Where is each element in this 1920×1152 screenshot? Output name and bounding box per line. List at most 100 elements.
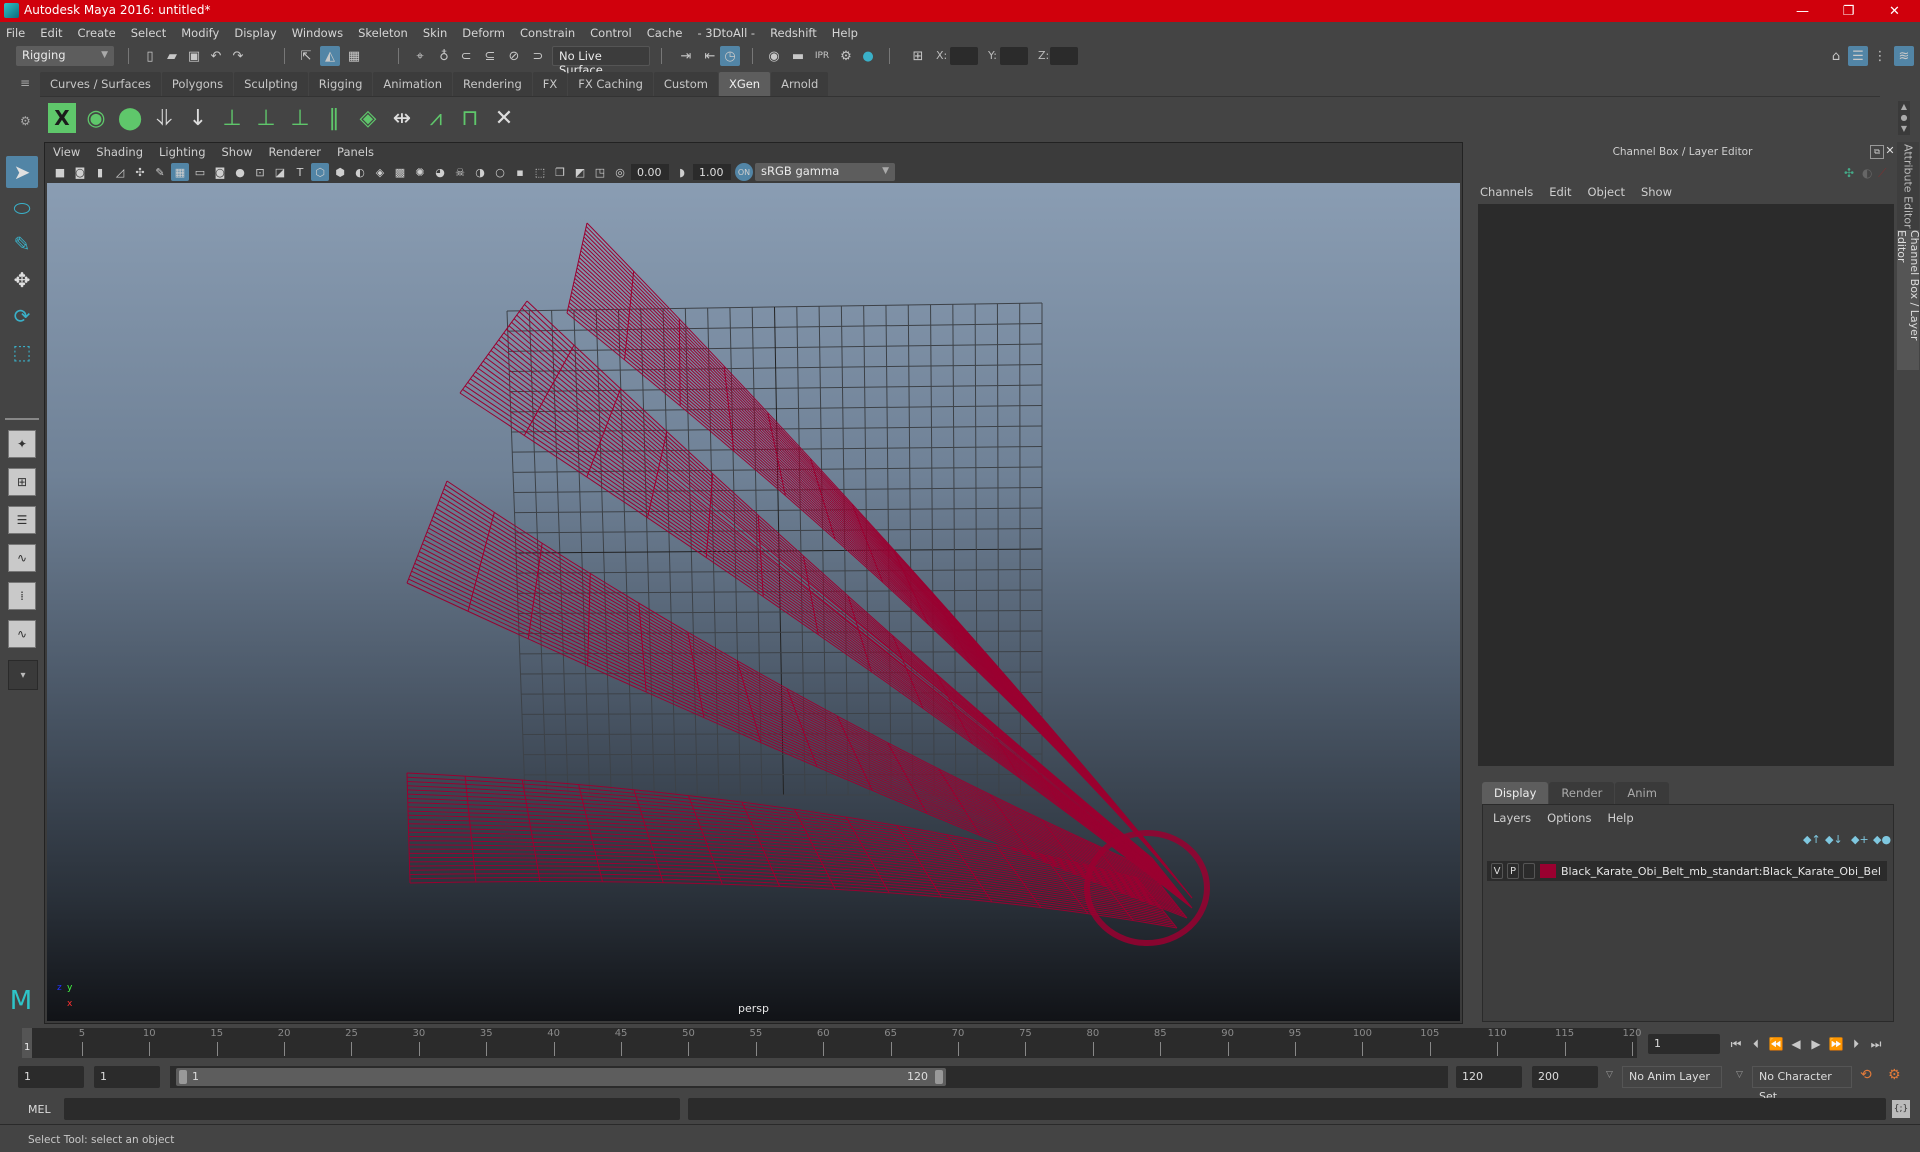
range-end-handle[interactable] — [935, 1070, 943, 1084]
menu-3dtoall[interactable]: - 3DtoAll - — [697, 26, 755, 40]
bookmark-icon[interactable]: ▮ — [91, 163, 109, 181]
gamma-field[interactable]: 1.00 — [693, 164, 731, 180]
z-field[interactable] — [1050, 47, 1078, 65]
playback-end-field[interactable]: 120 — [1456, 1066, 1522, 1088]
script-editor-icon[interactable]: {;} — [1892, 1100, 1910, 1118]
make-live-icon[interactable]: ⊘ — [504, 46, 524, 66]
isolate-select-icon[interactable]: ⬚ — [531, 163, 549, 181]
menu-file[interactable]: File — [6, 26, 25, 40]
scene-canvas[interactable] — [47, 183, 1460, 1021]
maximize-button[interactable]: ❐ — [1826, 0, 1871, 22]
menu-select[interactable]: Select — [131, 26, 166, 40]
ipr-render-icon[interactable]: IPR — [812, 46, 832, 66]
minimize-button[interactable]: — — [1780, 0, 1825, 22]
layer-tab-render[interactable]: Render — [1549, 782, 1615, 804]
place-guide-icon[interactable]: ↓ — [184, 103, 212, 133]
step-forward-frame-icon[interactable]: ⏵ — [1846, 1034, 1866, 1054]
safe-action-icon[interactable]: ◪ — [271, 163, 289, 181]
smooth-shade-icon[interactable]: ⬢ — [331, 163, 349, 181]
layer-row[interactable]: V P Black_Karate_Obi_Belt_mb_standart:Bl… — [1487, 861, 1887, 881]
lasso-tool-icon[interactable]: ⬭ — [6, 192, 38, 224]
anim-layer-dropdown[interactable]: No Anim Layer — [1622, 1066, 1722, 1088]
time-slider[interactable]: 1 5 10 15 20 25 30 35 40 45 50 55 60 65 70 75 80 85 90 95 1… — [22, 1028, 1642, 1058]
attribute-editor-toggle-icon[interactable]: ☰ — [1848, 46, 1868, 66]
anti-aliasing-icon[interactable]: ○ — [491, 163, 509, 181]
construction-history-icon[interactable]: ◷ — [720, 46, 740, 66]
shelf-menu-icon[interactable]: ≡ — [20, 76, 30, 90]
grid-toggle-icon[interactable]: ▦ — [171, 163, 189, 181]
persp-graph-outliner-layout-icon[interactable]: ∿ — [8, 620, 36, 648]
character-set-options-icon[interactable]: ▽ — [1736, 1070, 1743, 1080]
menu-constrain[interactable]: Constrain — [520, 26, 575, 40]
safe-title-icon[interactable]: T — [291, 163, 309, 181]
shelf-tab-animation[interactable]: Animation — [373, 72, 453, 96]
float-panel-icon[interactable]: ⧉ — [1870, 145, 1884, 159]
four-view-layout-icon[interactable]: ⊞ — [8, 468, 36, 496]
channel-list[interactable] — [1478, 204, 1894, 766]
snap-point-icon[interactable]: ⊂ — [456, 46, 476, 66]
x-field[interactable] — [950, 47, 978, 65]
wireframe-on-shaded-icon[interactable]: ◈ — [371, 163, 389, 181]
snap-view-plane-icon[interactable]: ⊆ — [480, 46, 500, 66]
hypershade-icon[interactable]: ● — [858, 46, 878, 66]
new-scene-icon[interactable]: ▯ — [140, 46, 160, 66]
play-backwards-icon[interactable]: ◀ — [1786, 1034, 1806, 1054]
menu-skeleton[interactable]: Skeleton — [358, 26, 408, 40]
depth-of-field-icon[interactable]: ▪ — [511, 163, 529, 181]
panel-menu-view[interactable]: View — [53, 145, 80, 159]
layer-display-type-toggle[interactable] — [1523, 863, 1535, 879]
select-tool-icon[interactable]: ➤ — [6, 156, 38, 188]
panel-menu-shading[interactable]: Shading — [96, 145, 143, 159]
add-spline-icon[interactable]: ⊥ — [218, 103, 246, 133]
character-set-dropdown[interactable]: No Character Set — [1752, 1066, 1852, 1103]
render-settings-icon[interactable]: ⚙ — [836, 46, 856, 66]
playback-start-field[interactable]: 1 — [94, 1066, 160, 1088]
move-layer-down-icon[interactable]: ◆↓ — [1825, 833, 1843, 846]
single-perspective-layout-icon[interactable]: ✦ — [8, 430, 36, 458]
input-ops-icon[interactable]: ⇥ — [676, 46, 696, 66]
resolution-gate-icon[interactable]: ◙ — [211, 163, 229, 181]
cb-menu-edit[interactable]: Edit — [1549, 185, 1571, 199]
open-scene-icon[interactable]: ▰ — [162, 46, 182, 66]
undo-icon[interactable]: ↶ — [206, 46, 226, 66]
cb-menu-object[interactable]: Object — [1588, 185, 1625, 199]
menu-create[interactable]: Create — [78, 26, 116, 40]
redo-icon[interactable]: ↷ — [228, 46, 248, 66]
transform-mode-icon[interactable]: ⊞ — [908, 46, 928, 66]
layer-visibility-toggle[interactable]: V — [1491, 863, 1503, 879]
wireframe-icon[interactable]: ⬡ — [311, 163, 329, 181]
panel-menu-show[interactable]: Show — [222, 145, 253, 159]
menu-skin[interactable]: Skin — [423, 26, 447, 40]
film-gate-icon[interactable]: ▭ — [191, 163, 209, 181]
scale-tool-icon[interactable]: ⬚ — [6, 336, 38, 368]
modeling-toolkit-icon[interactable]: ⌂ — [1826, 46, 1846, 66]
side-tab-channel-box[interactable]: Channel Box / Layer Editor — [1895, 230, 1920, 370]
cb-menu-show[interactable]: Show — [1641, 185, 1672, 199]
layout-options-button[interactable]: ▾ — [8, 660, 38, 690]
snap-curve-icon[interactable]: ♁ — [434, 46, 454, 66]
color-space-dropdown[interactable]: sRGB gamma ▼ — [755, 163, 895, 181]
2d-pan-zoom-icon[interactable]: ✣ — [131, 163, 149, 181]
snap-project-icon[interactable]: ⊃ — [528, 46, 548, 66]
command-language-toggle[interactable]: MEL — [28, 1103, 51, 1116]
menu-edit[interactable]: Edit — [40, 26, 62, 40]
image-plane-icon[interactable]: ◿ — [111, 163, 129, 181]
add-guide-icon[interactable]: ⥥ — [150, 103, 178, 133]
play-forwards-icon[interactable]: ▶ — [1806, 1034, 1826, 1054]
shelf-tab-polygons[interactable]: Polygons — [161, 72, 234, 96]
motion-blur-icon[interactable]: ◑ — [471, 163, 489, 181]
panel-menu-panels[interactable]: Panels — [337, 145, 374, 159]
shelf-tab-custom[interactable]: Custom — [653, 72, 718, 96]
select-by-hierarchy-icon[interactable]: ⇱ — [296, 46, 316, 66]
step-back-key-icon[interactable]: ⏪ — [1766, 1034, 1786, 1054]
menu-display[interactable]: Display — [234, 26, 276, 40]
layer-tab-display[interactable]: Display — [1482, 782, 1549, 804]
cb-menu-channels[interactable]: Channels — [1480, 185, 1533, 199]
use-all-lights-icon[interactable]: ✺ — [411, 163, 429, 181]
shelf-tab-sculpting[interactable]: Sculpting — [234, 72, 308, 96]
exposure-field[interactable]: 0.00 — [631, 164, 669, 180]
textured-icon[interactable]: ▩ — [391, 163, 409, 181]
bound-guides-icon[interactable]: ⊓ — [456, 103, 484, 133]
close-panel-icon[interactable]: ✕ — [1884, 145, 1896, 157]
select-camera-icon[interactable]: ■ — [51, 163, 69, 181]
